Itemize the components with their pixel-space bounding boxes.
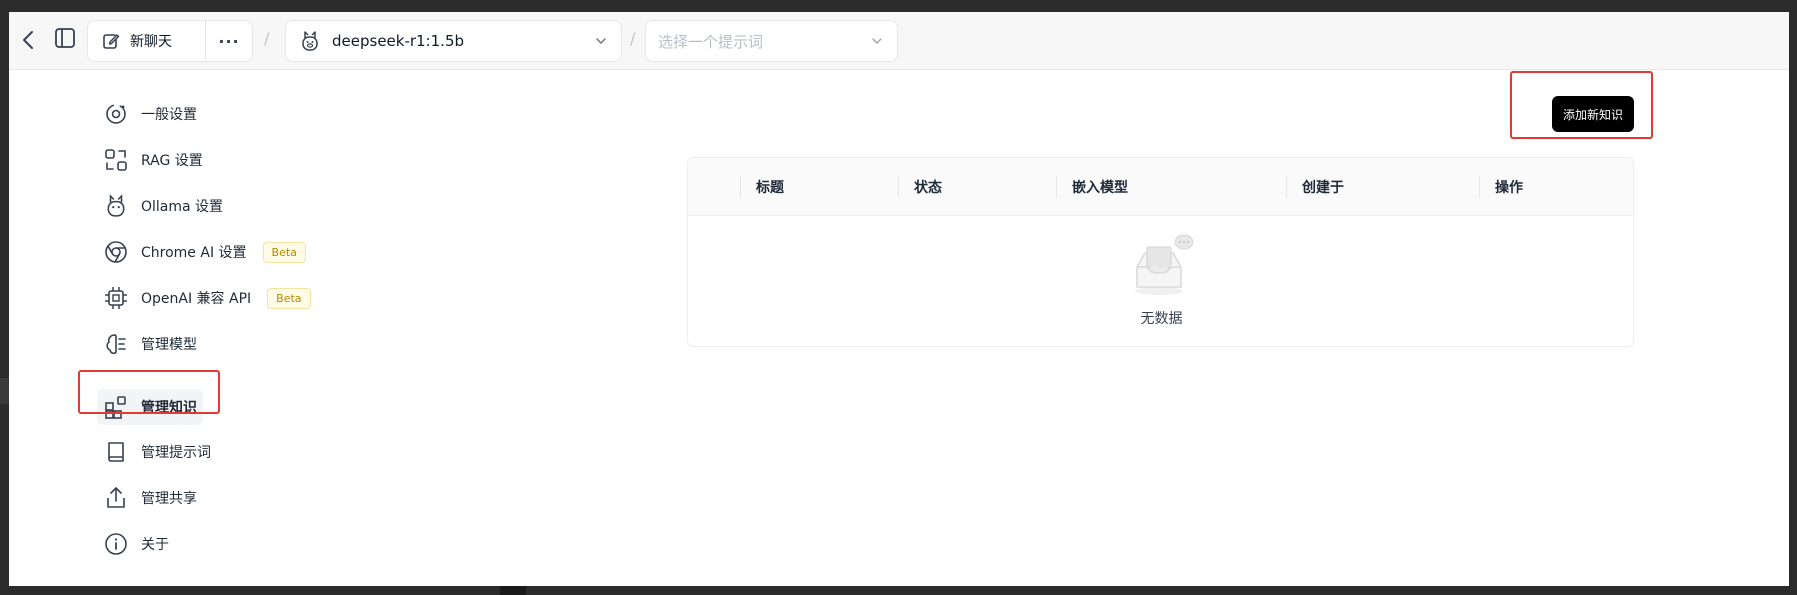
sidebar-item-label: 关于 — [141, 537, 169, 553]
new-chat-label: 新聊天 — [130, 34, 172, 50]
model-select-value: deepseek-r1:1.5b — [332, 32, 465, 50]
edit-icon — [103, 34, 120, 49]
window-frame-edge — [0, 378, 9, 404]
prompt-select[interactable]: 选择一个提示词 — [645, 20, 898, 62]
gear-icon — [103, 101, 129, 127]
sidebar-toggle-icon[interactable] — [53, 26, 77, 50]
column-header-status[interactable]: 状态 — [898, 158, 1056, 216]
sidebar-item-label: Ollama 设置 — [141, 199, 224, 215]
sidebar-item-label: 管理共享 — [141, 491, 197, 507]
beta-badge: Beta — [262, 241, 306, 263]
info-icon — [103, 531, 129, 557]
sidebar-item-ollama[interactable]: Ollama 设置 — [97, 188, 357, 224]
app-window: 新聊天 ··· / deepseek-r1:1.5b / 选择一个提示词 一般设… — [9, 12, 1789, 586]
breadcrumb-separator: / — [630, 29, 636, 48]
sidebar-item-openai-api[interactable]: OpenAI 兼容 API Beta — [97, 280, 357, 316]
prompt-select-placeholder: 选择一个提示词 — [658, 32, 764, 51]
sidebar-item-manage-models[interactable]: 管理模型 — [97, 326, 357, 362]
top-bar: 新聊天 ··· / deepseek-r1:1.5b / 选择一个提示词 — [9, 12, 1789, 70]
sidebar-item-label: 管理模型 — [141, 337, 197, 353]
sidebar-item-about[interactable]: 关于 — [97, 526, 357, 562]
ollama-icon — [302, 31, 318, 51]
highlight-box-add-knowledge — [1510, 71, 1653, 139]
sidebar-item-manage-prompts[interactable]: 管理提示词 — [97, 434, 357, 470]
column-header-embedding-model[interactable]: 嵌入模型 — [1056, 158, 1286, 216]
sidebar-item-general[interactable]: 一般设置 — [97, 96, 357, 132]
back-arrow-icon[interactable] — [19, 28, 39, 52]
chrome-icon — [103, 239, 129, 265]
chevron-down-icon — [872, 38, 882, 44]
share-icon — [103, 485, 129, 511]
breadcrumb-separator: / — [264, 29, 270, 48]
empty-inbox-icon — [1135, 234, 1194, 295]
sidebar-item-chrome-ai[interactable]: Chrome AI 设置 Beta — [97, 234, 357, 270]
highlight-box-manage-knowledge — [78, 370, 220, 414]
chip-icon — [103, 285, 129, 311]
window-frame-notch — [500, 586, 526, 595]
sidebar-item-label: Chrome AI 设置 — [141, 245, 247, 261]
beta-badge: Beta — [267, 287, 311, 309]
empty-state-text: 无数据 — [1140, 311, 1183, 327]
table-header: 标题 状态 嵌入模型 创建于 操作 — [688, 158, 1633, 216]
sidebar-item-label: 管理提示词 — [141, 445, 211, 461]
ollama-icon — [103, 193, 129, 219]
sidebar-item-label: RAG 设置 — [141, 153, 203, 169]
knowledge-table: 标题 状态 嵌入模型 创建于 操作 无数据 — [687, 157, 1634, 347]
new-chat-group: 新聊天 ··· — [87, 20, 253, 62]
sidebar-item-rag[interactable]: RAG 设置 — [97, 142, 357, 178]
new-chat-button[interactable]: 新聊天 — [88, 21, 206, 61]
brain-icon — [103, 331, 129, 357]
chevron-down-icon — [596, 38, 606, 44]
sidebar-item-label: OpenAI 兼容 API — [141, 291, 252, 307]
column-header-created-at[interactable]: 创建于 — [1286, 158, 1479, 216]
column-header-title[interactable]: 标题 — [740, 158, 898, 216]
model-select[interactable]: deepseek-r1:1.5b — [285, 20, 622, 62]
more-options-button[interactable]: ··· — [206, 21, 252, 61]
sidebar-item-manage-sharing[interactable]: 管理共享 — [97, 480, 357, 516]
rag-icon — [103, 147, 129, 173]
sidebar-item-label: 一般设置 — [141, 107, 197, 123]
book-icon — [103, 439, 129, 465]
column-header-actions[interactable]: 操作 — [1479, 158, 1633, 216]
